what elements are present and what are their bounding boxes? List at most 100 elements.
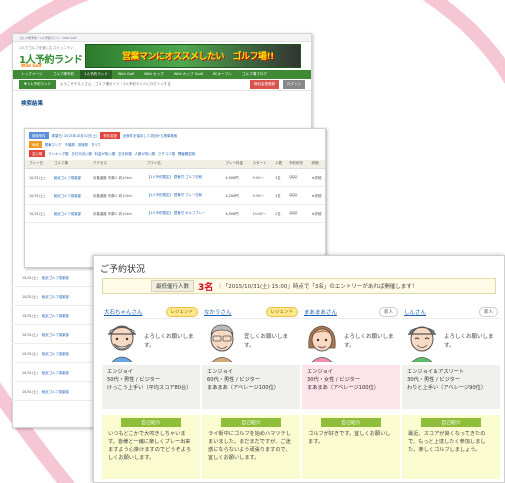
filter-row-sort: 並び順 ランキング順 日付が近い順 料金が安い順 空き枠順 人数が多い順 クチコ… [25, 147, 325, 157]
skill-level: わりと上手い（アベレージ90位） [407, 385, 487, 391]
row-course[interactable]: 総武ゴルフ倶楽部 [42, 370, 69, 375]
participant-name-link[interactable]: しんさん [404, 308, 426, 316]
nav-item-wild-golf[interactable]: Wild Golf [114, 70, 138, 79]
register-button[interactable]: 無料会員登録 [250, 80, 279, 89]
login-button[interactable]: ログイン [283, 80, 305, 89]
row-access: 京葉道路 市原IC 約10km [89, 186, 143, 205]
participant-name-link[interactable]: 大石ちゃんさん [104, 308, 143, 316]
rank-badge: レジェンド [265, 307, 298, 317]
rank-badge: 新人 [479, 307, 498, 317]
play-style: エンジョイ＆アスリート [407, 369, 465, 375]
intro-text: ライ街中にゴルフを始めハマツテしまいました。まだまだですが、ご迷惑にならないよう… [208, 431, 292, 461]
row-plan[interactable]: 【1人予約限定】 昼食付 プレー日和 [142, 186, 222, 205]
save-condition-link[interactable]: 全条件を保存して次回から簡単検索 [123, 133, 177, 138]
row-course[interactable]: 総武ゴルフ倶楽部 [42, 275, 69, 280]
logo-sub: Wild Golf [21, 63, 42, 68]
row-detail-link[interactable]: ★詳細 [307, 186, 325, 205]
play-style: エンジョイ [107, 369, 133, 375]
reservation-title: ご予約状況 [100, 265, 146, 275]
row-access: 京葉道路 市原IC 約10km [89, 168, 143, 187]
table-row[interactable]: 10/31(土) 総武ゴルフ倶楽部 [12, 306, 97, 325]
condition-tag: 検索条件 [29, 131, 49, 139]
nav-item-wild-cup[interactable]: Wild カップ [140, 70, 168, 79]
row-course[interactable]: 総武ゴルフ倶楽部 [49, 186, 89, 205]
nav-item-blog[interactable]: ゴルフ場ブログ [238, 70, 271, 79]
row-detail-link[interactable]: ★詳細 [307, 204, 325, 223]
table-row[interactable]: 10/31(土) 総武ゴルフ倶楽部 京葉道路 市原IC 約10km 【1人予約限… [25, 168, 325, 187]
region-option[interactable]: 千葉県 [65, 142, 75, 147]
nav-item-wild-cup-gold[interactable]: Wild カップ Gold [170, 70, 207, 79]
intro-label: 自己紹介 [421, 418, 481, 427]
table-row[interactable]: 10/31(土) 総武ゴルフ倶楽部 [12, 287, 97, 306]
intro-label: 自己紹介 [321, 418, 381, 427]
sort-option[interactable]: 開催確定順 [178, 151, 195, 156]
row-status-faces-icon: ☺☺☺ [284, 186, 308, 205]
nav-item-solo-booking[interactable]: 1人予約ランド [80, 70, 112, 79]
sort-option[interactable]: 料金が安い順 [95, 151, 115, 156]
row-detail-link[interactable]: ★詳細 [307, 168, 325, 187]
col-date: プレー日 [25, 160, 50, 169]
participant-cards: 大石ちゃんさん レジェンド よろしくお願いします。 エンジョイ 50代・男性 /… [102, 306, 502, 479]
intro-label: 自己紹介 [221, 418, 281, 427]
age-gender: 30代・女性 / ビジター [307, 377, 361, 383]
row-start: 10:00〜 [248, 204, 272, 223]
change-condition-button[interactable]: 条件変更 [100, 131, 120, 139]
sub-bar: ▼ 1人予約ランド ようこそゲストさん ゴルフ場ガイド・1人予約ランドにログイン… [13, 79, 311, 91]
row-date: 10/31(土) [25, 204, 50, 223]
row-course[interactable]: 総武ゴルフ倶楽部 [42, 351, 69, 356]
age-gender: 30代・男性 / ビジター [407, 377, 461, 383]
row-count: 3名 [271, 168, 285, 187]
table-row[interactable]: 10/31(土) 総武ゴルフ倶楽部 [12, 363, 97, 382]
age-gender: 50代・男性 / ビジター [107, 377, 161, 383]
region-option[interactable]: すべて [91, 142, 101, 147]
row-course[interactable]: 総武ゴルフ倶楽部 [42, 389, 69, 394]
table-row[interactable]: 10/31(土) 総武ゴルフ倶楽部 京葉道路 市原IC 約10km 【1人予約限… [25, 186, 325, 205]
participant-name-link[interactable]: なかうさん [204, 308, 232, 316]
region-option[interactable]: 関東エリア [45, 142, 62, 147]
table-row[interactable]: 10/31(土) 総武ゴルフ倶楽部 [12, 382, 97, 401]
row-course[interactable]: 総武ゴルフ倶楽部 [42, 332, 69, 337]
table-row[interactable]: 10/31(土) 総武ゴルフ倶楽部 京葉道路 市原IC 約10km 【1人予約限… [25, 204, 325, 223]
results-table: プレー日 ゴルフ場 アクセス プラン名 プレー料金 スタート 人数 予約状況 詳… [25, 160, 325, 223]
intro-box: 自己紹介 最近、スコアが良くなってきたので、もっと上達したく参加しました。楽しく… [402, 415, 500, 479]
minimum-players-label: 最低催行人数 [151, 280, 195, 292]
participant-name-link[interactable]: まあまあさん [304, 308, 337, 316]
main-nav: トップページ ゴルフ場予約 1人予約ランド Wild Golf Wild カップ… [13, 70, 311, 79]
avatar [210, 324, 234, 362]
participant-card: しんさん 新人 よろしくお願いします。 エンジョイ＆アスリート 30代・男性 /… [402, 306, 500, 479]
table-row[interactable]: 10/31(土) 総武ゴルフ倶楽部 [12, 325, 97, 344]
solo-booking-menu-button[interactable]: ▼ 1人予約ランド [19, 80, 57, 89]
row-course[interactable]: 総武ゴルフ倶楽部 [42, 313, 69, 318]
greeting-text: よろしくお願いします。 [144, 334, 194, 349]
intro-box: 自己紹介 ゴルフが好きです。宜しくお願いします。 [302, 415, 400, 479]
row-course[interactable]: 総武ゴルフ倶楽部 [49, 168, 89, 187]
region-tag: 地域 [29, 140, 42, 148]
row-plan[interactable]: 【1人予約限定】 昼食付 セルフプレー [142, 204, 222, 223]
row-date: 10/31(土) [22, 313, 38, 318]
nav-item-top[interactable]: トップページ [17, 70, 47, 79]
row-count: 2名 [271, 204, 285, 223]
sort-option[interactable]: 空き枠順 [118, 151, 132, 156]
nav-item-course-booking[interactable]: ゴルフ場予約 [49, 70, 79, 79]
row-course[interactable]: 総武ゴルフ倶楽部 [49, 204, 89, 223]
sort-option[interactable]: クチコミ順 [158, 151, 175, 156]
table-row[interactable]: 10/31(土) 総武ゴルフ倶楽部 [12, 268, 97, 287]
region-option[interactable]: 茨城県 [78, 142, 88, 147]
reservation-status-window: ご予約状況 最低催行人数 3名 ｜「2015/10/31(土) 15:00」時点… [93, 255, 505, 483]
play-style: エンジョイ [207, 369, 233, 375]
row-course[interactable]: 総武ゴルフ倶楽部 [42, 294, 69, 299]
table-row[interactable]: 10/31(土) 総武ゴルフ倶楽部 [12, 344, 97, 363]
sort-option[interactable]: ランキング順 [48, 151, 68, 156]
rank-badge: 新人 [379, 307, 398, 317]
row-access: 京葉道路 市原IC 約10km [89, 204, 143, 223]
row-plan[interactable]: 【1人予約限定】 昼食付 ゴルフ日和 [142, 168, 222, 187]
ad-banner[interactable]: 営業マンにオススメしたい ゴルフ場!! [85, 44, 301, 68]
col-course: ゴルフ場 [49, 160, 89, 169]
condition-date-link[interactable]: 希望日: 2015年10月31日(土) [52, 133, 98, 138]
nav-item-rc-open[interactable]: RCオープン [209, 70, 236, 79]
banner-text: 営業マンにオススメしたい ゴルフ場!! [122, 52, 274, 62]
row-status-faces-icon: ☺☺☺ [284, 168, 308, 187]
sort-option[interactable]: 日付が近い順 [71, 151, 91, 156]
result-title: 検索結果 [21, 101, 44, 107]
sort-option[interactable]: 人数が多い順 [135, 151, 155, 156]
